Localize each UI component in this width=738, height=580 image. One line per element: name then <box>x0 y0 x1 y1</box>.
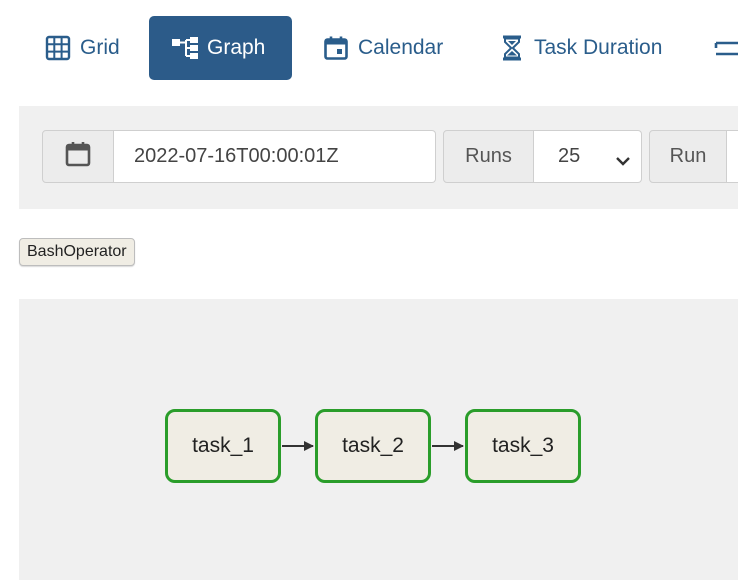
runs-label: Runs <box>443 130 534 183</box>
date-picker-button[interactable] <box>42 130 114 183</box>
node-label: task_3 <box>492 434 554 457</box>
dag-run-controls: 2022-07-16T00:00:01Z Runs 25 Run <box>19 106 738 209</box>
run-label: Run <box>649 130 727 183</box>
runs-group: Runs 25 <box>443 130 642 183</box>
tab-grid-label: Grid <box>80 36 120 59</box>
graph-node-task-1[interactable]: task_1 <box>165 409 281 483</box>
tab-grid[interactable]: Grid <box>44 16 120 80</box>
graph-icon <box>171 34 199 62</box>
calendar-icon <box>64 140 92 174</box>
swap-icon <box>712 34 738 62</box>
base-date-group: 2022-07-16T00:00:01Z <box>42 130 436 183</box>
base-date-input[interactable]: 2022-07-16T00:00:01Z <box>114 130 436 183</box>
num-runs-value: 25 <box>558 145 581 167</box>
num-runs-select[interactable]: 25 <box>534 130 642 183</box>
hourglass-icon <box>498 34 526 62</box>
calendar-icon <box>322 34 350 62</box>
operator-legend-bashoperator: BashOperator <box>19 238 135 266</box>
view-tabs: Grid Graph Calendar Task Duration <box>0 0 738 95</box>
node-label: task_2 <box>342 434 404 457</box>
tab-graph[interactable]: Graph <box>149 16 292 80</box>
graph-node-task-2[interactable]: task_2 <box>315 409 431 483</box>
page: Grid Graph Calendar Task Duration 2022-0… <box>0 0 738 580</box>
node-label: task_1 <box>192 434 254 457</box>
tab-graph-label: Graph <box>207 36 266 59</box>
dag-graph[interactable]: task_1 task_2 task_3 <box>19 299 738 580</box>
tab-gantt[interactable] <box>712 16 738 80</box>
graph-node-task-3[interactable]: task_3 <box>465 409 581 483</box>
tab-task-duration-label: Task Duration <box>534 36 663 59</box>
tab-calendar[interactable]: Calendar <box>322 16 443 80</box>
grid-icon <box>44 34 72 62</box>
run-select[interactable] <box>727 130 738 183</box>
tab-task-duration[interactable]: Task Duration <box>498 16 662 80</box>
tab-calendar-label: Calendar <box>358 36 444 59</box>
chevron-down-icon <box>615 150 631 173</box>
run-group: Run <box>649 130 738 183</box>
